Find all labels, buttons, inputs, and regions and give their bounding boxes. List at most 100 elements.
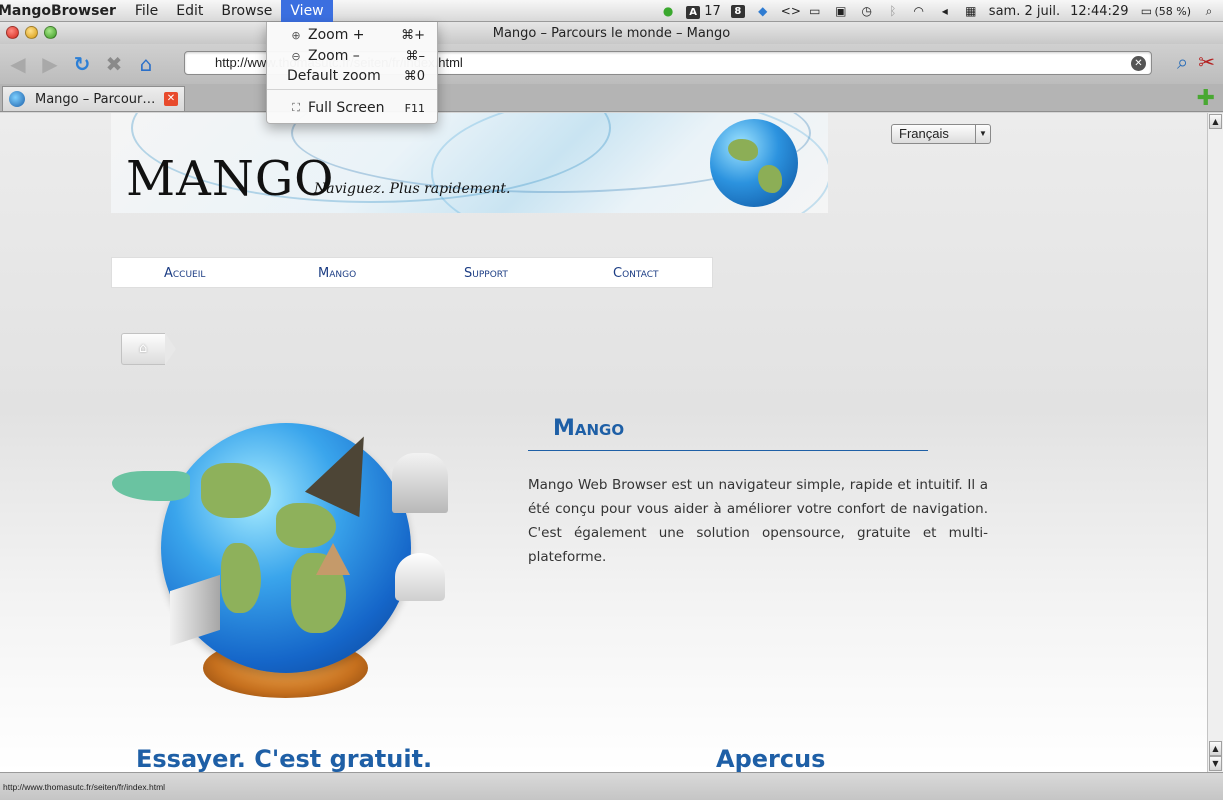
vertical-scrollbar[interactable]: ▲ ▲ ▼ xyxy=(1207,113,1223,772)
reload-button[interactable]: ↻ xyxy=(68,50,96,78)
home-icon: ⌂ xyxy=(139,341,148,356)
stop-button[interactable]: ✖ xyxy=(100,50,128,78)
clear-url-icon[interactable]: ✕ xyxy=(1131,56,1146,71)
reload-icon: ↻ xyxy=(73,52,91,76)
globe-land xyxy=(728,139,758,161)
fullscreen-icon: ⛶ xyxy=(292,101,300,114)
window-titlebar: Mango – Parcours le monde – Mango xyxy=(0,22,1223,44)
menu-shortcut: ⌘– xyxy=(405,48,426,64)
scroll-up-icon[interactable]: ▲ xyxy=(1209,741,1222,756)
language-select[interactable]: Français ▼ xyxy=(891,124,991,144)
battery-status[interactable]: ▭ (58 %) xyxy=(1138,4,1191,19)
time-machine-icon[interactable]: ◷ xyxy=(859,4,875,18)
scroll-down-icon[interactable]: ▼ xyxy=(1209,756,1222,771)
menu-shortcut: ⌘+ xyxy=(401,27,425,43)
menu-file[interactable]: File xyxy=(126,0,167,22)
menu-shortcut: F11 xyxy=(404,101,425,115)
zoom-in-icon: ⊕ xyxy=(291,28,301,42)
close-window-button[interactable] xyxy=(6,26,19,39)
web-content: MANGO Naviguez. Plus rapidement. Françai… xyxy=(0,113,1207,772)
section-description: Mango Web Browser est un navigateur simp… xyxy=(528,477,988,565)
status-tray: ● A 17 8 ◆ <> ▭ ▣ ◷ ᛒ ◠ ◂ ▦ sam. 2 juil.… xyxy=(660,0,1217,22)
back-arrow-icon: ◀ xyxy=(10,52,26,76)
toolbar-right: ⌕ ✂ xyxy=(1177,50,1215,74)
font-count: 17 xyxy=(704,3,721,19)
menu-shortcut: ⌘0 xyxy=(403,68,425,84)
menu-item-label: Zoom – xyxy=(308,48,360,64)
status-url: http://www.thomasutc.fr/seiten/fr/index.… xyxy=(3,782,166,792)
new-tab-icon[interactable]: ✚ xyxy=(1197,86,1215,111)
search-icon[interactable]: ⌕ xyxy=(1177,50,1188,74)
clock-time[interactable]: 12:44:29 xyxy=(1070,4,1128,19)
menu-item-label: Default zoom xyxy=(287,68,381,84)
heading-previews: Apercus xyxy=(716,745,826,772)
tab-mango[interactable]: Mango – Parcour… ✕ xyxy=(2,86,185,111)
spotlight-icon[interactable]: ⌕ xyxy=(1201,4,1217,18)
navigation-toolbar: ◀ ▶ ↻ ✖ ⌂ ✕ ⌕ ✂ xyxy=(0,44,1223,84)
statue-of-liberty-image xyxy=(112,471,190,501)
calendar-icon[interactable]: ▦ xyxy=(963,4,979,18)
kremlin-domes-image xyxy=(392,453,448,513)
home-icon: ⌂ xyxy=(139,52,153,76)
font-tray[interactable]: A 17 xyxy=(686,4,721,19)
close-tab-icon[interactable]: ✕ xyxy=(164,92,178,106)
site-logo[interactable]: MANGO xyxy=(126,151,335,207)
user-icon[interactable]: ● xyxy=(660,4,676,18)
globe-land xyxy=(201,463,271,518)
home-button[interactable]: ⌂ xyxy=(132,50,160,78)
globe-logo-image xyxy=(710,119,798,207)
back-button[interactable]: ◀ xyxy=(4,50,32,78)
site-tagline: Naviguez. Plus rapidement. xyxy=(314,181,511,197)
tools-icon[interactable]: ✂ xyxy=(1198,50,1215,74)
tab-strip: Mango – Parcour… ✕ ✚ xyxy=(0,84,1223,112)
language-value: Français xyxy=(899,126,949,141)
globe-favicon-icon xyxy=(9,91,25,107)
stop-icon: ✖ xyxy=(105,52,123,76)
forward-arrow-icon: ▶ xyxy=(42,52,58,76)
dropdown-arrow-icon: ▼ xyxy=(975,125,990,143)
battery-percent: (58 %) xyxy=(1154,4,1191,18)
minimize-window-button[interactable] xyxy=(25,26,38,39)
site-nav: Accueil Mango Support Contact xyxy=(111,257,713,288)
heading-try-free: Essayer. C'est gratuit. xyxy=(136,745,433,772)
menu-browse[interactable]: Browse xyxy=(212,0,281,22)
globe-land xyxy=(276,503,336,548)
breadcrumb-home[interactable]: ⌂ xyxy=(121,333,176,365)
menu-item-default-zoom[interactable]: Default zoom ⌘0 xyxy=(267,66,437,86)
window-title: Mango – Parcours le monde – Mango xyxy=(492,25,731,41)
system-menubar: MangoBrowser File Edit Browse View ● A 1… xyxy=(0,0,1223,22)
menu-item-label: Full Screen xyxy=(308,100,385,116)
g-icon[interactable]: 8 xyxy=(730,4,745,18)
app-menu[interactable]: MangoBrowser xyxy=(0,3,126,19)
view-menu-dropdown: ⊕ Zoom + ⌘+ ⊖ Zoom – ⌘– Default zoom ⌘0 … xyxy=(266,22,438,124)
dropbox-icon[interactable]: ◆ xyxy=(755,4,771,18)
nav-support[interactable]: Support xyxy=(464,266,508,281)
menu-item-zoom-out[interactable]: ⊖ Zoom – ⌘– xyxy=(267,46,437,66)
menu-item-full-screen[interactable]: ⛶ Full Screen F11 xyxy=(267,98,437,118)
zoom-window-button[interactable] xyxy=(44,26,57,39)
nav-mango[interactable]: Mango xyxy=(318,266,356,281)
forward-button[interactable]: ▶ xyxy=(36,50,64,78)
volume-icon[interactable]: ◂ xyxy=(937,4,953,18)
status-bar: http://www.thomasutc.fr/seiten/fr/index.… xyxy=(0,772,1223,800)
scroll-up-icon[interactable]: ▲ xyxy=(1209,114,1222,129)
display-icon[interactable]: ▣ xyxy=(833,4,849,18)
menu-item-zoom-in[interactable]: ⊕ Zoom + ⌘+ xyxy=(267,25,437,45)
bluetooth-icon[interactable]: ᛒ xyxy=(885,4,901,18)
nav-contact[interactable]: Contact xyxy=(613,266,658,281)
site-banner: MANGO Naviguez. Plus rapidement. xyxy=(111,113,828,213)
menu-edit[interactable]: Edit xyxy=(167,0,212,22)
nav-accueil[interactable]: Accueil xyxy=(164,266,205,281)
menu-view[interactable]: View xyxy=(281,0,333,22)
keyboard-icon[interactable]: ▭ xyxy=(807,4,823,18)
zoom-out-icon: ⊖ xyxy=(291,49,301,63)
menu-item-label: Zoom + xyxy=(308,27,365,43)
wifi-icon[interactable]: ◠ xyxy=(911,4,927,18)
code-icon[interactable]: <> xyxy=(781,4,801,18)
font-icon: A xyxy=(686,5,701,19)
window-controls xyxy=(6,26,57,39)
globe-land xyxy=(758,165,782,193)
section-title: Mango xyxy=(553,416,625,441)
clock-date[interactable]: sam. 2 juil. xyxy=(989,4,1060,19)
taj-mahal-image xyxy=(395,553,445,601)
